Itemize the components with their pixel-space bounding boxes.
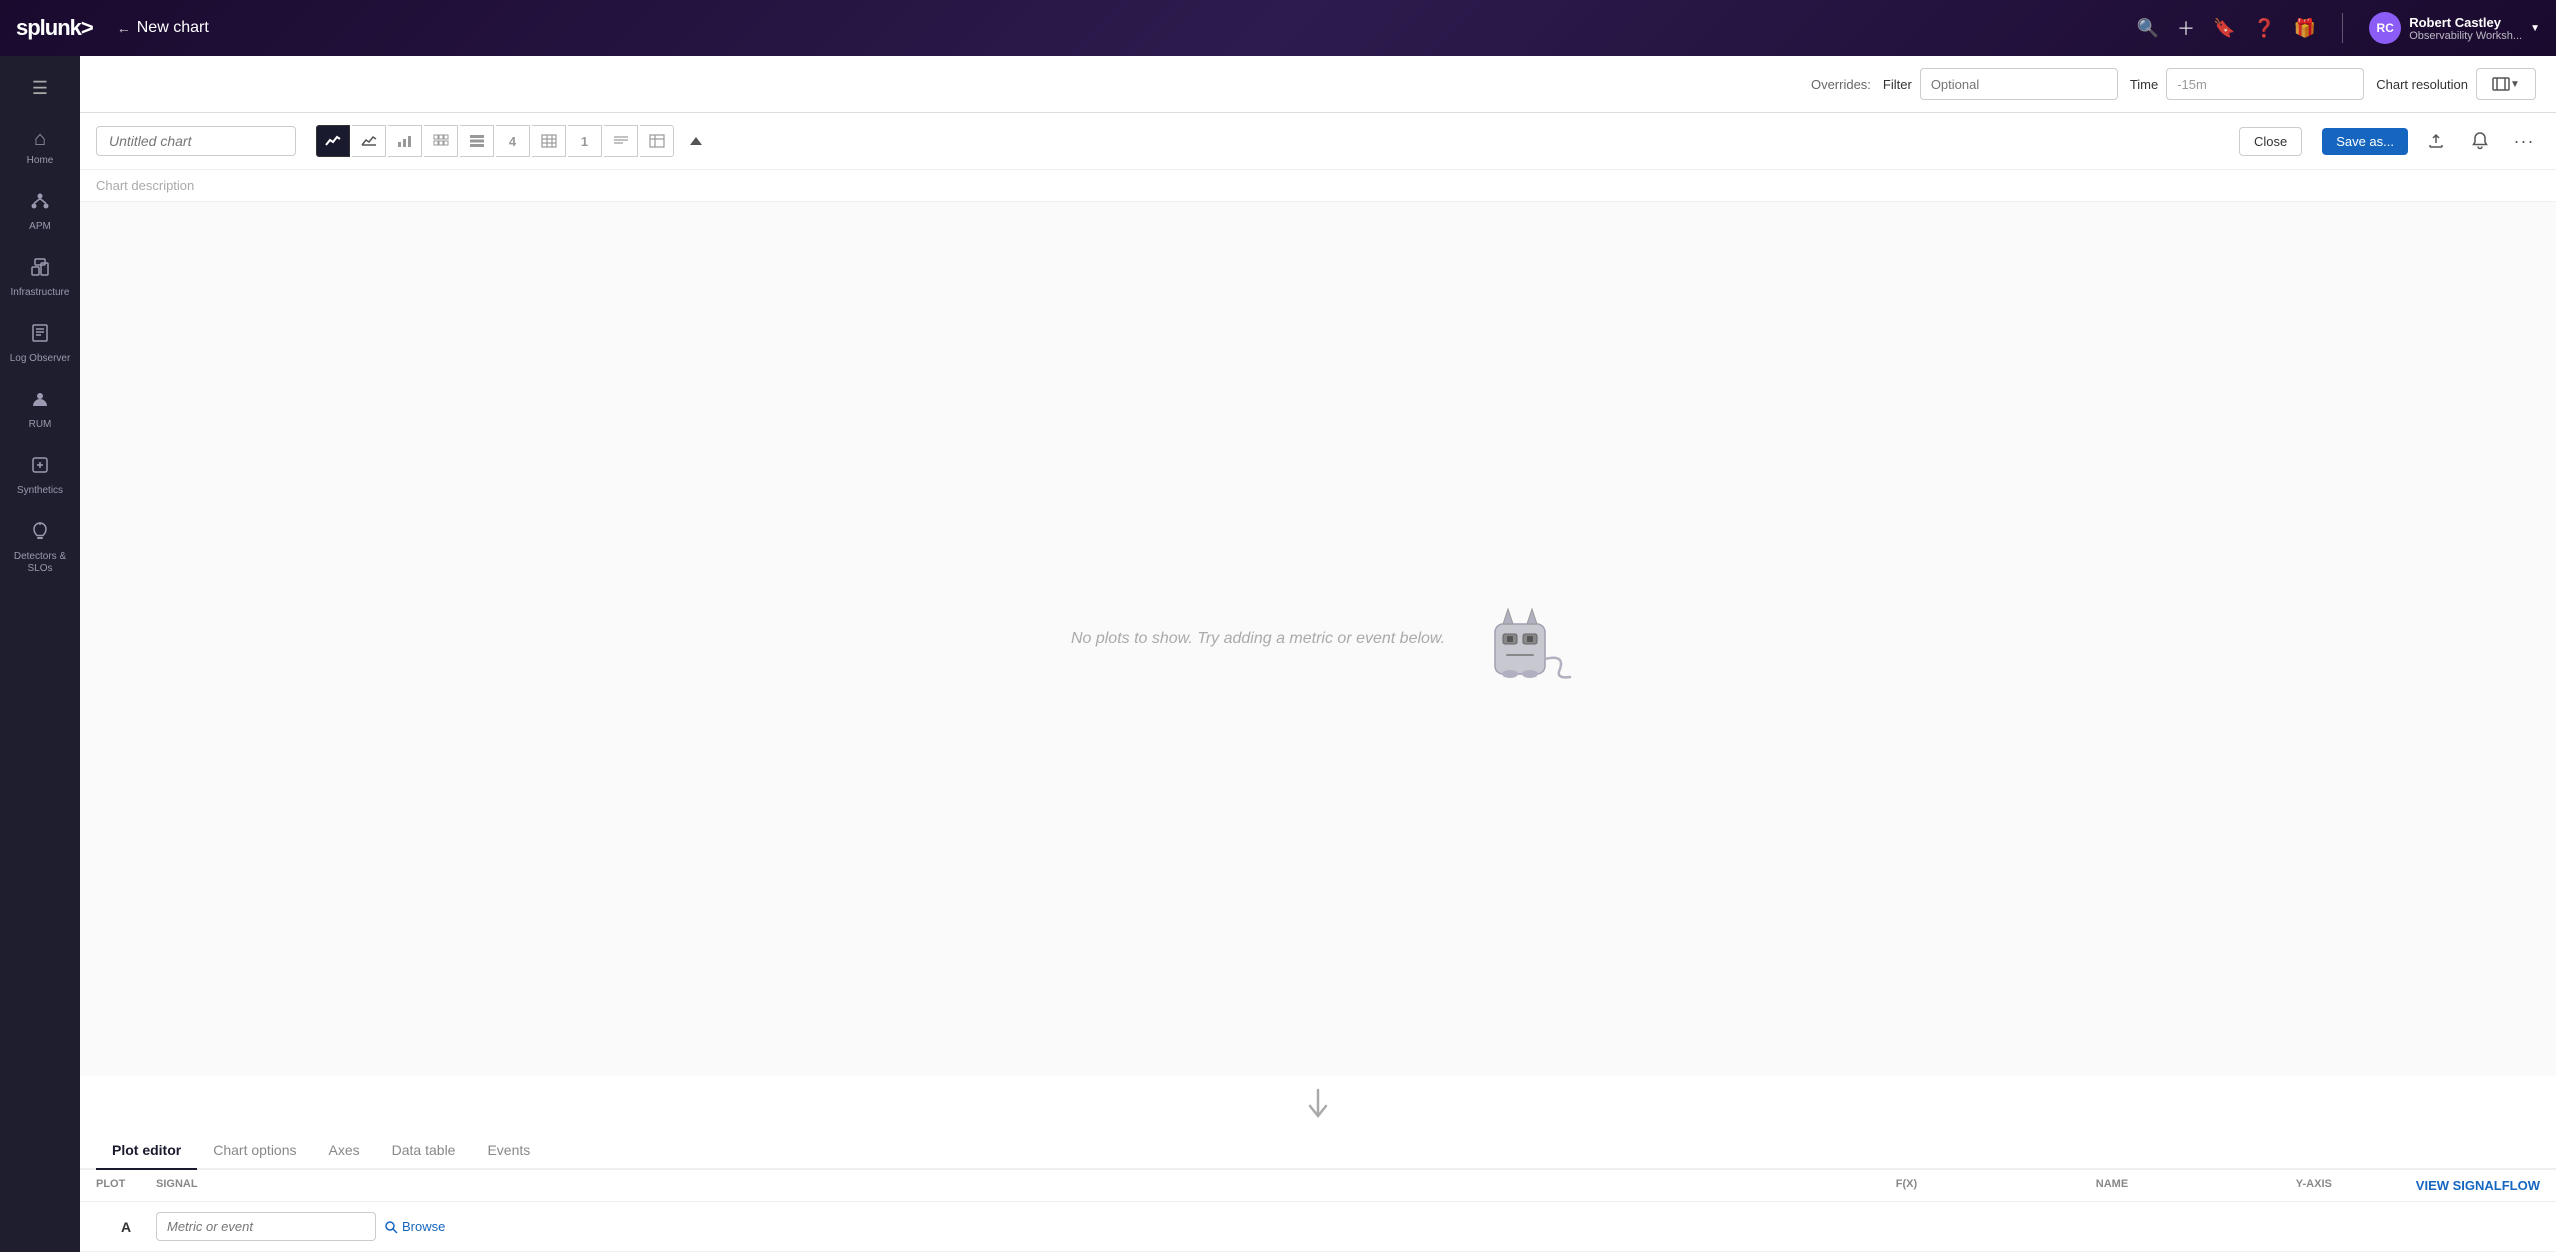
tab-events[interactable]: Events <box>471 1132 546 1170</box>
sidebar-item-apm[interactable]: APM <box>4 181 76 243</box>
sidebar-item-infrastructure[interactable]: Infrastructure <box>4 247 76 309</box>
chart-title-input[interactable] <box>96 126 296 156</box>
sidebar-item-home[interactable]: ⌂ Home <box>4 118 76 177</box>
filter-input[interactable] <box>1920 68 2118 100</box>
plot-letter-a: A <box>96 1219 156 1235</box>
home-icon: ⌂ <box>34 128 46 151</box>
plot-editor-tabs: Plot editor Chart options Axes Data tabl… <box>80 1132 2556 1170</box>
chart-resolution-section: Chart resolution ▼ <box>2376 68 2536 100</box>
user-org: Observability Worksh... <box>2409 30 2522 42</box>
alert-icon[interactable] <box>2464 125 2496 157</box>
chart-type-heatmap[interactable] <box>424 125 458 157</box>
help-icon[interactable]: ❓ <box>2253 18 2275 39</box>
tab-axes[interactable]: Axes <box>313 1132 376 1170</box>
rum-icon <box>30 389 50 415</box>
empty-state-monster <box>1465 599 1565 679</box>
main-content: Overrides: Filter Time Chart resolution … <box>80 56 2556 1252</box>
down-arrow <box>80 1076 2556 1132</box>
view-signalflow-link[interactable]: View SignalFlow <box>2416 1178 2540 1193</box>
chart-type-icons: 4 1 <box>316 125 674 157</box>
apm-icon <box>30 191 50 217</box>
chart-type-number[interactable]: 4 <box>496 125 530 157</box>
sidebar-label-home: Home <box>27 155 54 167</box>
tab-data-table[interactable]: Data table <box>376 1132 472 1170</box>
chart-header: 4 1 <box>80 113 2556 170</box>
tab-plot-editor[interactable]: Plot editor <box>96 1132 197 1170</box>
bookmark-icon[interactable]: 🔖 <box>2213 18 2235 39</box>
sidebar-label-apm: APM <box>29 221 51 233</box>
sidebar-label-synthetics: Synthetics <box>17 485 63 497</box>
plot-editor-table: Plot Signal F(x) Name Y-Axis View Signal… <box>80 1170 2556 1252</box>
empty-text: No plots to show. Try adding a metric or… <box>1071 630 1445 648</box>
sidebar-item-synthetics[interactable]: Synthetics <box>4 445 76 507</box>
tab-chart-options[interactable]: Chart options <box>197 1132 312 1170</box>
nav-divider <box>2342 13 2343 43</box>
overrides-label: Overrides: <box>1811 77 1871 92</box>
sidebar-item-log-observer[interactable]: Log Observer <box>4 313 76 375</box>
chart-resolution-label: Chart resolution <box>2376 77 2468 92</box>
chart-type-area[interactable] <box>352 125 386 157</box>
time-section: Time <box>2130 68 2364 100</box>
chart-type-table[interactable] <box>640 125 674 157</box>
avatar: RC <box>2369 12 2401 44</box>
nav-icons: 🔍 ＋ 🔖 ❓ 🎁 RC Robert Castley Observabilit… <box>2137 12 2540 44</box>
chart-area: 4 1 <box>80 113 2556 1252</box>
sidebar-label-infrastructure: Infrastructure <box>11 287 70 299</box>
top-nav: splunk> ← New chart 🔍 ＋ 🔖 ❓ 🎁 RC Robert … <box>0 0 2556 56</box>
sidebar-item-rum[interactable]: RUM <box>4 379 76 441</box>
log-observer-icon <box>30 323 50 349</box>
back-arrow[interactable]: ← <box>117 20 131 36</box>
col-plot: Plot <box>96 1178 156 1193</box>
chart-type-list[interactable] <box>460 125 494 157</box>
browse-link[interactable]: Browse <box>384 1219 445 1234</box>
filter-label: Filter <box>1883 77 1912 92</box>
chart-description: Chart description <box>80 170 2556 202</box>
upload-icon[interactable] <box>2420 125 2452 157</box>
user-area[interactable]: RC Robert Castley Observability Worksh..… <box>2369 12 2540 44</box>
empty-chart-message: No plots to show. Try adding a metric or… <box>1071 599 1565 679</box>
chart-canvas: No plots to show. Try adding a metric or… <box>80 202 2556 1076</box>
chart-type-grid[interactable] <box>532 125 566 157</box>
chevron-down-icon: ▼ <box>2530 23 2540 34</box>
sidebar-hamburger[interactable]: ☰ <box>20 68 60 108</box>
col-name: Name <box>2096 1178 2296 1193</box>
overrides-bar: Overrides: Filter Time Chart resolution … <box>80 56 2556 113</box>
chart-type-line[interactable] <box>316 125 350 157</box>
signal-input[interactable] <box>156 1212 376 1241</box>
chart-resolution-button[interactable]: ▼ <box>2476 68 2536 100</box>
close-button[interactable]: Close <box>2239 127 2302 156</box>
signal-input-wrap: Browse <box>156 1212 2020 1241</box>
chart-type-single[interactable]: 1 <box>568 125 602 157</box>
detectors-icon <box>30 521 50 547</box>
page-title: New chart <box>137 19 209 37</box>
filter-section: Filter <box>1883 68 2118 100</box>
sidebar-item-detectors[interactable]: Detectors & SLOs <box>4 511 76 585</box>
synthetics-icon <box>30 455 50 481</box>
user-name: Robert Castley <box>2409 15 2522 30</box>
chevron-icon: ▼ <box>2510 79 2520 90</box>
splunk-logo: splunk> <box>16 15 93 41</box>
time-input[interactable] <box>2166 68 2364 100</box>
search-icon[interactable]: 🔍 <box>2137 18 2159 39</box>
sidebar: ☰ ⌂ Home APM Infrastructure <box>0 56 80 1252</box>
col-signal: Signal <box>156 1178 1896 1193</box>
table-row: A Browse <box>80 1202 2556 1252</box>
save-as-button[interactable]: Save as... <box>2322 128 2408 155</box>
plus-icon[interactable]: ＋ <box>2177 15 2195 41</box>
chart-type-bar[interactable] <box>388 125 422 157</box>
sidebar-label-log-observer: Log Observer <box>10 353 71 365</box>
sidebar-label-rum: RUM <box>29 419 52 431</box>
col-fx: F(x) <box>1896 1178 2096 1193</box>
col-y-axis: Y-Axis <box>2296 1178 2416 1193</box>
more-icon[interactable]: ··· <box>2508 125 2540 157</box>
chart-type-text[interactable] <box>604 125 638 157</box>
col-view-signalflow: View SignalFlow <box>2416 1178 2540 1193</box>
table-header: Plot Signal F(x) Name Y-Axis View Signal… <box>80 1170 2556 1202</box>
sidebar-label-detectors: Detectors & SLOs <box>4 551 76 575</box>
time-label: Time <box>2130 77 2158 92</box>
gift-icon[interactable]: 🎁 <box>2294 18 2316 39</box>
user-info: Robert Castley Observability Worksh... <box>2409 15 2522 42</box>
infrastructure-icon <box>30 257 50 283</box>
